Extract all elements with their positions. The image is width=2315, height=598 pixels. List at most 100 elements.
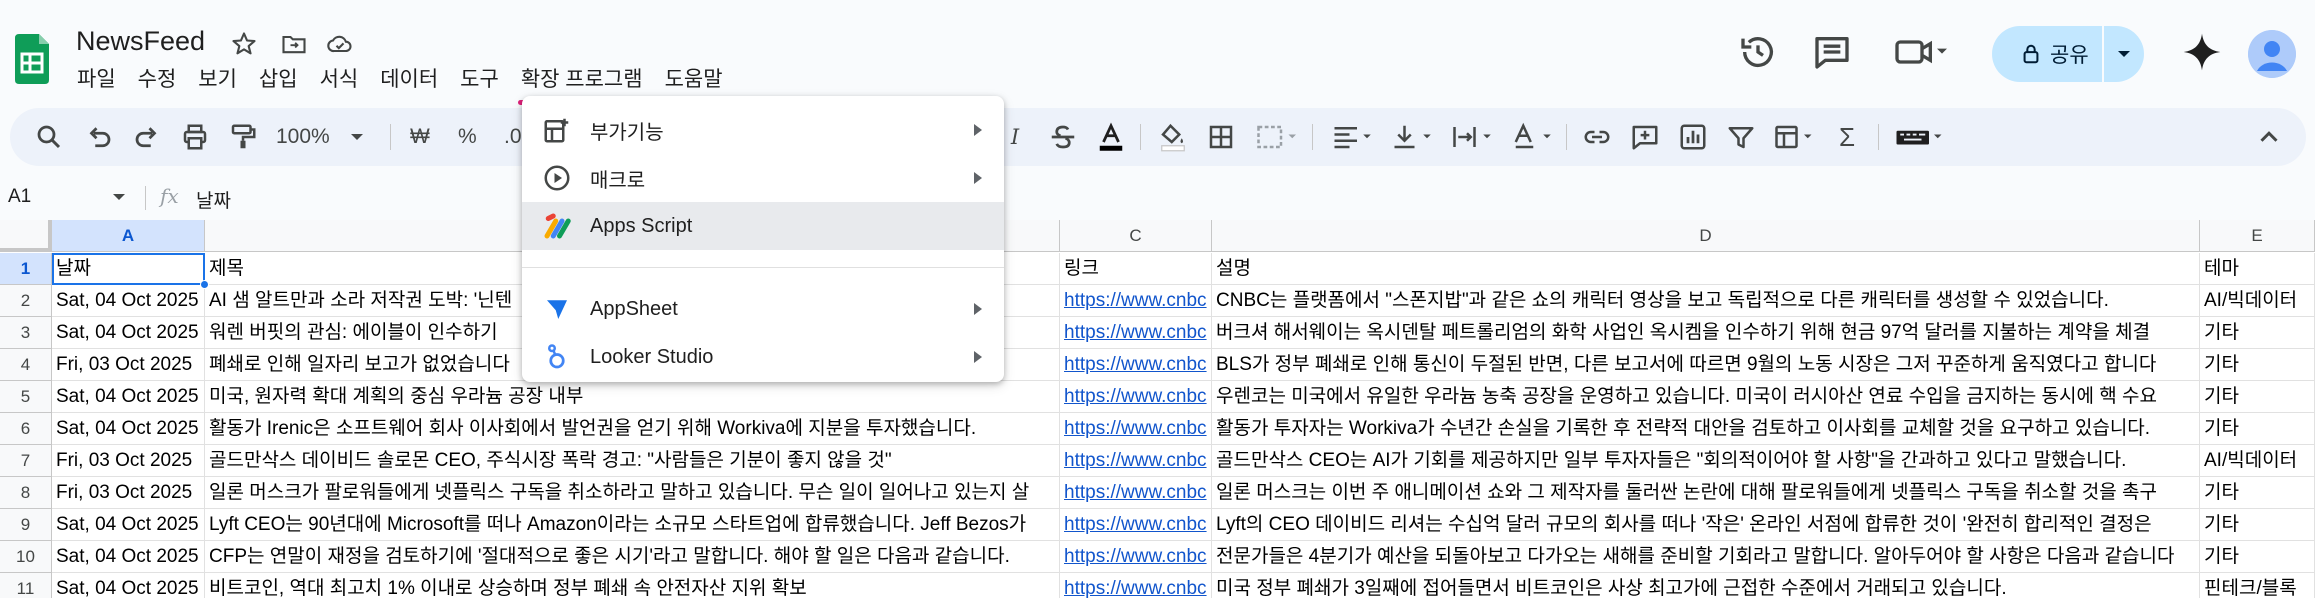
search-menus-icon[interactable]: [34, 122, 64, 152]
table-cell[interactable]: Sat, 04 Oct 2025: [52, 573, 205, 598]
row-header[interactable]: 2: [0, 285, 52, 317]
menu-format[interactable]: 서식: [309, 62, 370, 100]
insert-link-icon[interactable]: [1582, 122, 1612, 152]
table-cell[interactable]: 기타: [2200, 541, 2315, 573]
table-cell[interactable]: Fri, 03 Oct 2025: [52, 477, 205, 509]
functions-icon[interactable]: Σ: [1832, 122, 1862, 152]
table-cell[interactable]: https://www.cnbc: [1060, 381, 1212, 413]
table-cell[interactable]: Fri, 03 Oct 2025: [52, 445, 205, 477]
menu-file[interactable]: 파일: [66, 62, 127, 100]
table-cell[interactable]: Sat, 04 Oct 2025: [52, 381, 205, 413]
menu-item-macros[interactable]: 매크로: [522, 154, 1004, 202]
text-rotation-icon[interactable]: [1510, 122, 1554, 152]
table-cell[interactable]: Sat, 04 Oct 2025: [52, 285, 205, 317]
cloud-saved-icon[interactable]: [326, 30, 354, 58]
menu-view[interactable]: 보기: [187, 62, 248, 100]
menu-tools[interactable]: 도구: [449, 62, 510, 100]
zoom-select[interactable]: 100%: [276, 122, 330, 152]
share-button[interactable]: 공유: [1992, 26, 2144, 82]
table-cell[interactable]: 기타: [2200, 381, 2315, 413]
table-cell[interactable]: https://www.cnbc: [1060, 573, 1212, 598]
table-cell[interactable]: 미국 정부 폐쇄가 3일째에 접어들면서 비트코인은 사상 최고가에 근접한 수…: [1212, 573, 2200, 598]
table-cell[interactable]: 일론 머스크는 이번 주 애니메이션 쇼와 그 제작자를 둘러싼 논란에 대해 …: [1212, 477, 2200, 509]
row-header[interactable]: 4: [0, 349, 52, 381]
row-header[interactable]: 5: [0, 381, 52, 413]
menu-item-apps-script[interactable]: Apps Script: [522, 202, 1004, 250]
column-header-e[interactable]: E: [2200, 220, 2315, 252]
star-icon[interactable]: [230, 30, 258, 58]
header-cell[interactable]: 날짜: [52, 253, 205, 285]
row-header[interactable]: 9: [0, 509, 52, 541]
print-icon[interactable]: [180, 122, 210, 152]
row-header[interactable]: 1: [0, 253, 52, 285]
row-header[interactable]: 3: [0, 317, 52, 349]
table-cell[interactable]: 기타: [2200, 509, 2315, 541]
table-cell[interactable]: 전문가들은 4분기가 예산을 되돌아보고 다가오는 새해를 준비할 기회라고 말…: [1212, 541, 2200, 573]
table-cell[interactable]: Sat, 04 Oct 2025: [52, 413, 205, 445]
table-cell[interactable]: 핀테크/블록: [2200, 573, 2315, 598]
menu-data[interactable]: 데이터: [369, 62, 449, 100]
table-cell[interactable]: Lyft의 CEO 데이비드 리셔는 수십억 달러 규모의 회사를 떠나 '작은…: [1212, 509, 2200, 541]
document-title[interactable]: NewsFeed: [76, 26, 205, 57]
share-main-button[interactable]: 공유: [1992, 26, 2102, 82]
horizontal-align-icon[interactable]: [1330, 122, 1374, 152]
header-cell[interactable]: 링크: [1060, 253, 1212, 285]
row-header[interactable]: 6: [0, 413, 52, 445]
row-header[interactable]: 8: [0, 477, 52, 509]
table-cell[interactable]: https://www.cnbc: [1060, 317, 1212, 349]
move-folder-icon[interactable]: [280, 30, 308, 58]
table-cell[interactable]: AI/빅데이터: [2200, 445, 2315, 477]
avatar[interactable]: [2248, 30, 2296, 78]
table-cell[interactable]: https://www.cnbc: [1060, 349, 1212, 381]
table-cell[interactable]: BLS가 정부 폐쇄로 인해 통신이 두절된 반면, 다른 보고서에 따르면 9…: [1212, 349, 2200, 381]
column-header-d[interactable]: D: [1212, 220, 2200, 252]
comments-icon[interactable]: [1812, 32, 1852, 72]
select-all-corner[interactable]: [0, 220, 52, 252]
table-cell[interactable]: 비트코인, 역대 최고치 1% 이내로 상승하며 정부 폐쇄 속 안전자산 지위…: [205, 573, 1060, 598]
table-cell[interactable]: 기타: [2200, 477, 2315, 509]
filter-views-icon[interactable]: [1772, 122, 1816, 152]
name-box[interactable]: A1: [8, 186, 31, 208]
fill-color-icon[interactable]: [1158, 122, 1188, 152]
sheets-logo-icon[interactable]: [15, 34, 49, 84]
menu-item-appsheet[interactable]: AppSheet: [522, 285, 1004, 333]
header-cell[interactable]: 설명: [1212, 253, 2200, 285]
formula-input[interactable]: 날짜: [196, 186, 231, 213]
table-cell[interactable]: https://www.cnbc: [1060, 413, 1212, 445]
table-cell[interactable]: 기타: [2200, 317, 2315, 349]
currency-format-button[interactable]: ₩: [410, 122, 430, 152]
table-cell[interactable]: Sat, 04 Oct 2025: [52, 541, 205, 573]
table-cell[interactable]: CNBC는 플랫폼에서 "스폰지밥"과 같은 쇼의 캐릭터 영상을 보고 독립적…: [1212, 285, 2200, 317]
input-tools-icon[interactable]: [1894, 122, 1944, 152]
table-cell[interactable]: https://www.cnbc: [1060, 477, 1212, 509]
table-cell[interactable]: 일론 머스크가 팔로워들에게 넷플릭스 구독을 취소하라고 말하고 있습니다. …: [205, 477, 1060, 509]
row-header[interactable]: 11: [0, 573, 52, 598]
meet-video-icon[interactable]: [1893, 32, 1951, 72]
italic-icon[interactable]: I: [1000, 122, 1030, 152]
share-dropdown-button[interactable]: [2104, 26, 2144, 82]
table-cell[interactable]: 기타: [2200, 349, 2315, 381]
strikethrough-icon[interactable]: [1048, 122, 1078, 152]
text-color-icon[interactable]: [1096, 122, 1126, 152]
table-cell[interactable]: https://www.cnbc: [1060, 509, 1212, 541]
table-cell[interactable]: 골드만삭스 데이비드 솔로몬 CEO, 주식시장 폭락 경고: "사람들은 기분…: [205, 445, 1060, 477]
vertical-align-icon[interactable]: [1390, 122, 1434, 152]
table-cell[interactable]: Sat, 04 Oct 2025: [52, 317, 205, 349]
table-cell[interactable]: 활동가 투자자는 Workiva가 수년간 손실을 기록한 후 전략적 대안을 …: [1212, 413, 2200, 445]
table-cell[interactable]: 우렌코는 미국에서 유일한 우라늄 농축 공장을 운영하고 있습니다. 미국이 …: [1212, 381, 2200, 413]
table-cell[interactable]: CFP는 연말이 재정을 검토하기에 '절대적으로 좋은 시기'라고 말합니다.…: [205, 541, 1060, 573]
table-cell[interactable]: https://www.cnbc: [1060, 541, 1212, 573]
fill-handle[interactable]: [200, 280, 209, 289]
row-header[interactable]: 7: [0, 445, 52, 477]
table-cell[interactable]: https://www.cnbc: [1060, 285, 1212, 317]
table-cell[interactable]: https://www.cnbc: [1060, 445, 1212, 477]
menu-extensions[interactable]: 확장 프로그램: [510, 62, 654, 105]
insert-comment-icon[interactable]: [1630, 122, 1660, 152]
zoom-caret-icon[interactable]: [350, 122, 364, 152]
menu-edit[interactable]: 수정: [127, 62, 188, 100]
menu-help[interactable]: 도움말: [654, 62, 734, 100]
filter-icon[interactable]: [1726, 122, 1756, 152]
table-cell[interactable]: AI/빅데이터: [2200, 285, 2315, 317]
menu-item-looker-studio[interactable]: Looker Studio: [522, 333, 1004, 381]
collapse-toolbar-icon[interactable]: [2254, 122, 2284, 152]
